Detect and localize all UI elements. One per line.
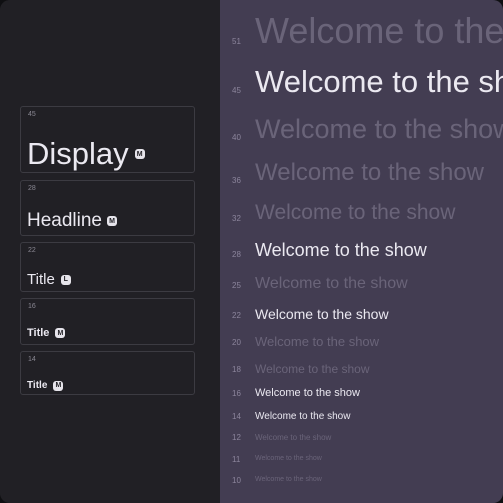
- type-scale-preview: 51 Welcome to the show 45 Welcome to the…: [220, 0, 503, 503]
- scale-size-label: 16: [232, 389, 241, 398]
- type-style-card-title-large[interactable]: 22 Title L: [20, 242, 195, 292]
- scale-row: 40 Welcome to the show: [220, 114, 503, 149]
- scale-size-label: 25: [232, 281, 241, 290]
- type-style-panel: 45 Display M 28 Headline M 22 Title L 16…: [0, 0, 220, 503]
- scale-size-label: 22: [232, 311, 241, 320]
- scale-row: 10 Welcome to the show: [220, 476, 503, 488]
- scale-size-label: 20: [232, 338, 241, 347]
- scale-sample-text: Welcome to the show: [255, 159, 484, 186]
- type-scale-window: 45 Display M 28 Headline M 22 Title L 16…: [0, 0, 503, 503]
- scale-row: 25 Welcome to the show: [220, 275, 503, 295]
- scale-size-label: 36: [232, 176, 241, 185]
- type-style-card-title-medium[interactable]: 16 Title M: [20, 298, 195, 345]
- scale-row: 45 Welcome to the show: [220, 64, 503, 104]
- scale-size-label: 18: [232, 365, 241, 374]
- type-style-card-headline-medium[interactable]: 28 Headline M: [20, 180, 195, 236]
- scale-sample-text: Welcome to the show: [255, 362, 370, 376]
- scale-row: 51 Welcome to the show: [220, 10, 503, 52]
- card-style-label: Headline: [27, 210, 102, 231]
- scale-row: 36 Welcome to the show: [220, 159, 503, 191]
- size-variant-badge: M: [53, 380, 64, 391]
- card-font-size: 22: [28, 247, 36, 254]
- card-font-size: 14: [28, 356, 36, 363]
- size-variant-badge: M: [55, 328, 66, 338]
- scale-sample-text: Welcome to the show: [255, 306, 389, 322]
- scale-sample-text: Welcome to the show: [255, 201, 456, 224]
- scale-sample-text: Welcome to the show: [255, 476, 322, 483]
- size-variant-badge: M: [134, 149, 145, 159]
- scale-sample-text: Welcome to the show: [255, 240, 427, 260]
- scale-size-label: 32: [232, 214, 241, 223]
- card-font-size: 28: [28, 185, 36, 192]
- scale-sample-text: Welcome to the show: [255, 334, 380, 349]
- card-font-size: 16: [28, 303, 36, 310]
- scale-row: 18 Welcome to the show: [220, 362, 503, 377]
- scale-sample-text: Welcome to the show: [255, 433, 332, 442]
- scale-size-label: 40: [232, 133, 241, 142]
- scale-sample-text: Welcome to the show: [255, 387, 360, 399]
- scale-size-label: 12: [232, 433, 241, 442]
- size-variant-badge: M: [107, 216, 117, 226]
- scale-size-label: 28: [232, 250, 241, 259]
- card-style-label: Title: [27, 327, 50, 339]
- size-variant-badge: L: [60, 274, 71, 285]
- scale-row: 14 Welcome to the show: [220, 411, 503, 424]
- scale-sample-text: Welcome to the show: [255, 10, 503, 51]
- scale-sample-text: Welcome to the show: [255, 275, 408, 292]
- scale-size-label: 51: [232, 37, 241, 46]
- card-style-label: Title: [27, 380, 48, 391]
- card-style-label: Display: [27, 136, 129, 171]
- scale-sample-text: Welcome to the show: [255, 64, 503, 99]
- scale-row: 12 Welcome to the show: [220, 433, 503, 445]
- scale-row: 22 Welcome to the show: [220, 306, 503, 324]
- scale-sample-text: Welcome to the show: [255, 114, 503, 144]
- scale-size-label: 11: [232, 455, 241, 464]
- scale-row: 16 Welcome to the show: [220, 387, 503, 401]
- scale-size-label: 45: [232, 86, 241, 95]
- type-style-card-title-small[interactable]: 14 Title M: [20, 351, 195, 395]
- card-font-size: 45: [28, 111, 36, 118]
- scale-sample-text: Welcome to the show: [255, 455, 322, 462]
- scale-size-label: 14: [232, 412, 241, 421]
- scale-row: 32 Welcome to the show: [220, 201, 503, 229]
- scale-row: 28 Welcome to the show: [220, 240, 503, 264]
- type-style-card-display-medium[interactable]: 45 Display M: [20, 106, 195, 173]
- scale-row: 11 Welcome to the show: [220, 455, 503, 467]
- scale-sample-text: Welcome to the show: [255, 411, 351, 422]
- scale-row: 20 Welcome to the show: [220, 334, 503, 350]
- card-style-label: Title: [27, 271, 55, 288]
- scale-size-label: 10: [232, 476, 241, 485]
